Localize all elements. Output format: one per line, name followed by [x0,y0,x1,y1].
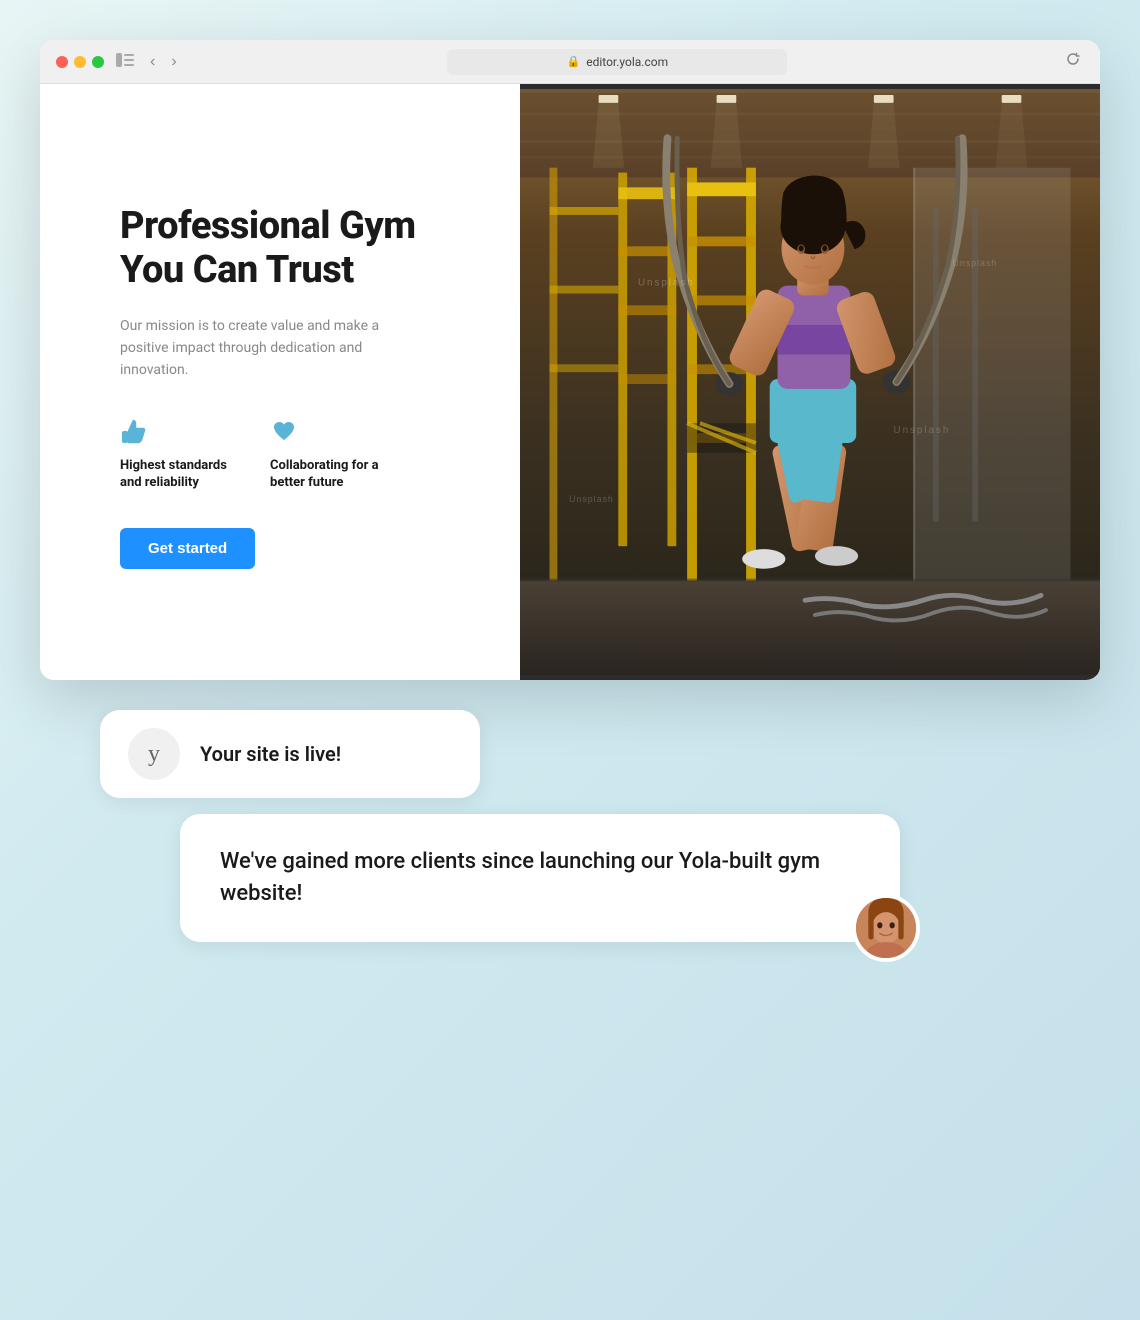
left-panel: Professional Gym You Can Trust Our missi… [40,84,520,680]
svg-text:Unsplash: Unsplash [953,258,998,268]
address-bar[interactable]: 🔒 editor.yola.com [447,49,787,75]
browser-dots [56,56,104,68]
svg-text:Unsplash: Unsplash [638,278,695,289]
browser-nav: ‹ › [146,51,181,73]
feature-1: Highest standards and reliability [120,418,240,492]
maximize-button[interactable] [92,56,104,68]
svg-text:Unsplash: Unsplash [569,494,614,504]
lock-icon: 🔒 [567,55,581,68]
testimonial-text: We've gained more clients since launchin… [220,846,860,910]
hero-title: Professional Gym You Can Trust [120,205,470,292]
forward-button[interactable]: › [167,51,180,73]
feature-2-label: Collaborating for a better future [270,458,390,492]
right-panel: Unsplash Unsplash Unsplash Unsplash [520,84,1100,680]
svg-text:Unsplash: Unsplash [894,425,951,436]
outer-container: ‹ › 🔒 editor.yola.com Professi [40,40,1100,1280]
close-button[interactable] [56,56,68,68]
notification-text: Your site is live! [200,742,341,766]
browser-content: Professional Gym You Can Trust Our missi… [40,84,1100,680]
bottom-section: y Your site is live! We've gained more c… [40,680,1100,942]
feature-2: Collaborating for a better future [270,418,390,492]
heart-icon [270,418,390,450]
minimize-button[interactable] [74,56,86,68]
sidebar-icon[interactable] [116,52,134,71]
features-row: Highest standards and reliability Collab… [120,418,470,492]
url-text: editor.yola.com [586,55,668,69]
notification-bubble: y Your site is live! [100,710,480,798]
get-started-button[interactable]: Get started [120,528,255,569]
feature-1-label: Highest standards and reliability [120,458,240,492]
hero-subtitle: Our mission is to create value and make … [120,315,400,382]
browser-toolbar: ‹ › 🔒 editor.yola.com [40,40,1100,84]
yola-avatar: y [128,728,180,780]
testimonial-bubble: We've gained more clients since launchin… [180,814,900,942]
refresh-button[interactable] [1062,50,1084,73]
thumbs-up-icon [120,418,240,450]
user-avatar [852,894,920,962]
browser-window: ‹ › 🔒 editor.yola.com Professi [40,40,1100,680]
back-button[interactable]: ‹ [146,51,159,73]
